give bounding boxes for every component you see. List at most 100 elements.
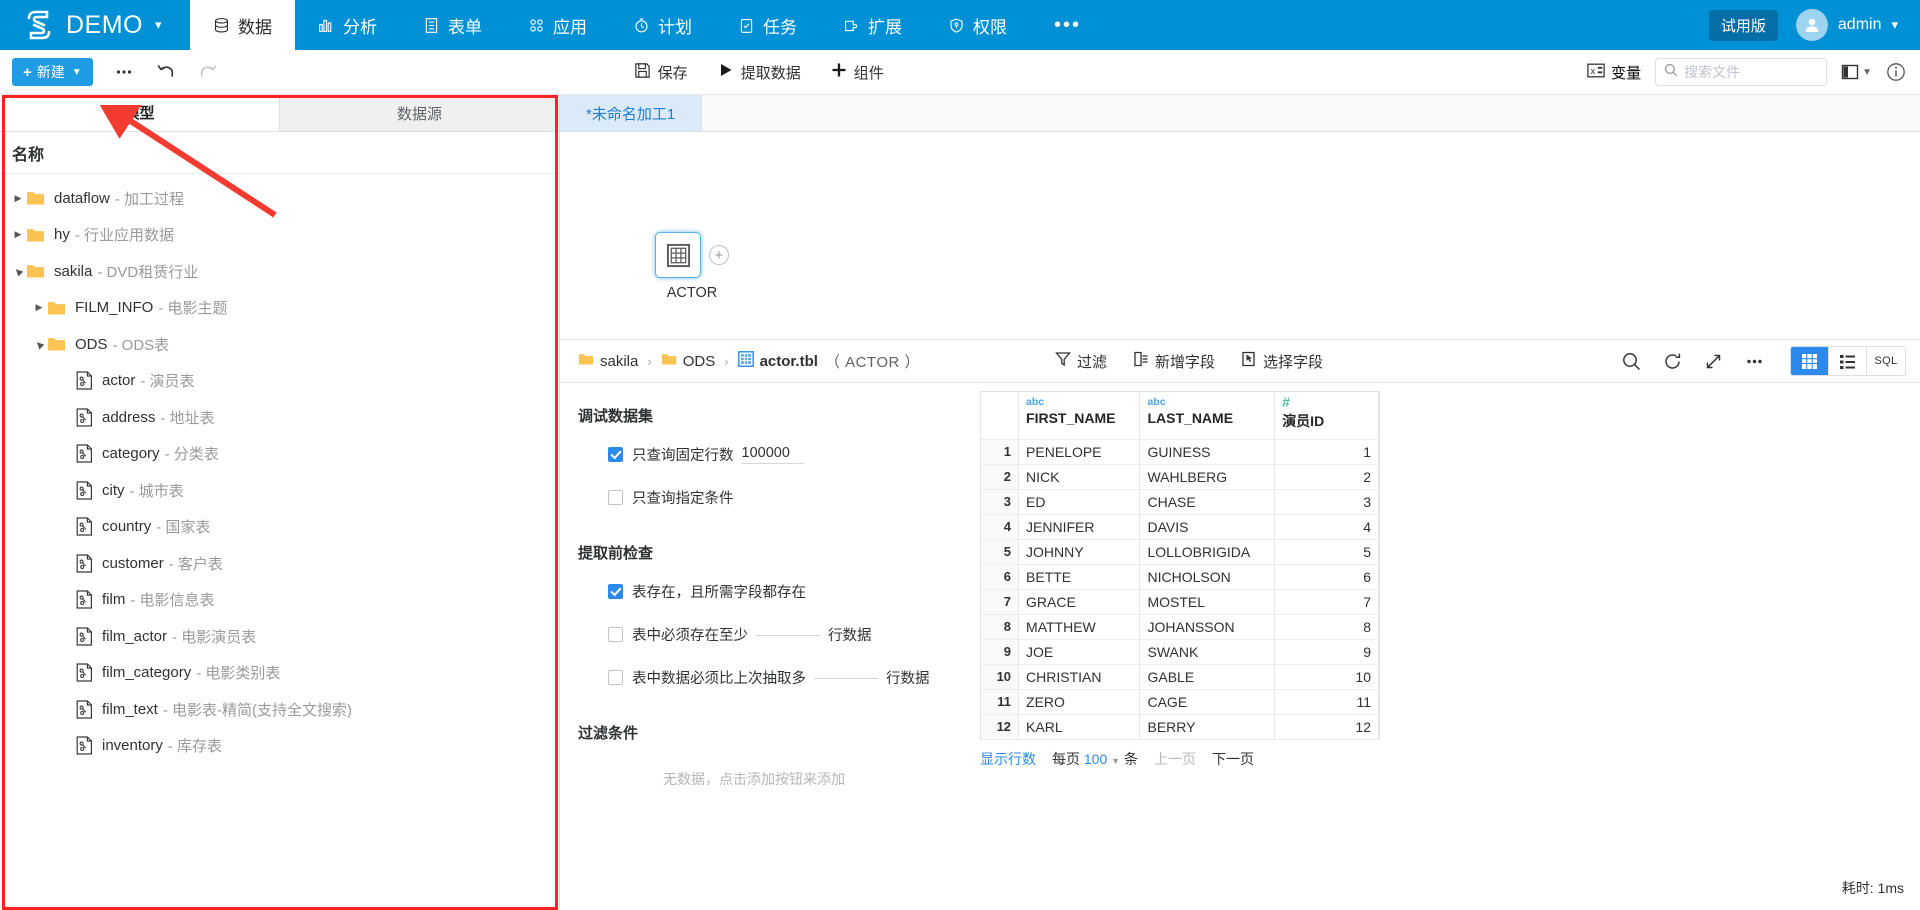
add-field-button[interactable]: 新增字段 <box>1133 351 1215 372</box>
chevron-down-icon[interactable]: ◀ <box>31 339 47 350</box>
tree-item-address[interactable]: address- 地址表 <box>0 399 559 436</box>
nav-tab-data[interactable]: 数据 <box>190 0 295 50</box>
table-cell[interactable]: CAGE <box>1140 689 1275 714</box>
table-cell[interactable]: 5 <box>1275 539 1379 564</box>
tree-item-ods[interactable]: ◀ODS- ODS表 <box>0 326 559 363</box>
sql-view-button[interactable]: SQL <box>1867 347 1905 375</box>
prev-page-button[interactable]: 上一页 <box>1154 749 1196 769</box>
input-more-than-last[interactable] <box>814 676 878 679</box>
table-cell[interactable]: 1 <box>1275 439 1379 464</box>
checkbox-min-rows[interactable] <box>608 627 623 642</box>
show-row-count-link[interactable]: 显示行数 <box>980 749 1036 769</box>
data-grid-holder[interactable]: abc FIRST_NAME abc LAST_NAME # <box>980 391 1380 740</box>
extract-data-button[interactable]: 提取数据 <box>718 62 801 83</box>
tree-item-hy[interactable]: ▶hy- 行业应用数据 <box>0 217 559 254</box>
checkbox-more-than-last[interactable] <box>608 670 623 685</box>
table-row[interactable]: 4JENNIFERDAVIS4 <box>981 514 1379 539</box>
tab-model[interactable]: 模型 <box>0 95 280 131</box>
table-cell[interactable]: 12 <box>1275 714 1379 739</box>
table-cell[interactable]: LOLLOBRIGIDA <box>1140 539 1275 564</box>
tree-item-inventory[interactable]: inventory- 库存表 <box>0 728 559 765</box>
variable-button[interactable]: x 变量 <box>1587 62 1641 83</box>
table-cell[interactable]: MATTHEW <box>1019 614 1140 639</box>
table-row[interactable]: 8MATTHEWJOHANSSON8 <box>981 614 1379 639</box>
table-cell[interactable]: PENELOPE <box>1019 439 1140 464</box>
tree-item-category[interactable]: category- 分类表 <box>0 436 559 473</box>
tree-item-film_category[interactable]: film_category- 电影类别表 <box>0 655 559 692</box>
table-cell[interactable]: MOSTEL <box>1140 589 1275 614</box>
table-cell[interactable]: 3 <box>1275 489 1379 514</box>
tree-item-city[interactable]: city- 城市表 <box>0 472 559 509</box>
table-row[interactable]: 11ZEROCAGE11 <box>981 689 1379 714</box>
filter-button[interactable]: 过滤 <box>1055 351 1107 372</box>
table-cell[interactable]: 11 <box>1275 689 1379 714</box>
table-cell[interactable]: 8 <box>1275 614 1379 639</box>
table-row[interactable]: 5JOHNNYLOLLOBRIGIDA5 <box>981 539 1379 564</box>
brand-area[interactable]: DEMO ▾ <box>0 0 190 50</box>
nav-tab-task[interactable]: 任务 <box>715 0 820 50</box>
add-node-button[interactable]: + <box>709 245 729 265</box>
table-cell[interactable]: 10 <box>1275 664 1379 689</box>
search-icon[interactable] <box>1622 352 1641 371</box>
info-icon[interactable] <box>1886 62 1906 82</box>
new-button[interactable]: + 新建 ▼ <box>12 58 93 86</box>
table-row[interactable]: 9JOESWANK9 <box>981 639 1379 664</box>
column-header-actor-id[interactable]: # 演员ID <box>1275 392 1379 439</box>
tree-item-actor[interactable]: actor- 演员表 <box>0 363 559 400</box>
tree-item-sakila[interactable]: ◀sakila- DVD租赁行业 <box>0 253 559 290</box>
search-input[interactable] <box>1684 64 1818 80</box>
next-page-button[interactable]: 下一页 <box>1212 749 1254 769</box>
nav-tab-analysis[interactable]: 分析 <box>295 0 400 50</box>
checkbox-table-exists[interactable] <box>608 584 623 599</box>
table-row[interactable]: 2NICKWAHLBERG2 <box>981 464 1379 489</box>
tree-item-customer[interactable]: customer- 客户表 <box>0 545 559 582</box>
table-cell[interactable]: 2 <box>1275 464 1379 489</box>
table-cell[interactable]: JOHANSSON <box>1140 614 1275 639</box>
save-button[interactable]: 保存 <box>634 62 688 83</box>
brand-chevron-down-icon[interactable]: ▾ <box>155 17 162 33</box>
table-cell[interactable]: SWANK <box>1140 639 1275 664</box>
tree-item-country[interactable]: country- 国家表 <box>0 509 559 546</box>
search-file-box[interactable] <box>1655 58 1827 86</box>
toolbar-more-button[interactable] <box>113 58 135 86</box>
table-cell[interactable]: CHASE <box>1140 489 1275 514</box>
table-cell[interactable]: ZERO <box>1019 689 1140 714</box>
table-cell[interactable]: 4 <box>1275 514 1379 539</box>
table-cell[interactable]: KARL <box>1019 714 1140 739</box>
table-node-icon[interactable] <box>655 232 701 278</box>
table-cell[interactable]: DAVIS <box>1140 514 1275 539</box>
breadcrumb-item-ods[interactable]: ODS <box>661 352 716 370</box>
undo-icon[interactable] <box>155 58 177 86</box>
nav-tab-extension[interactable]: 扩展 <box>820 0 925 50</box>
column-header-last-name[interactable]: abc LAST_NAME <box>1140 392 1275 439</box>
model-tree[interactable]: ▶dataflow- 加工过程▶hy- 行业应用数据◀sakila- DVD租赁… <box>0 174 559 910</box>
tree-item-dataflow[interactable]: ▶dataflow- 加工过程 <box>0 180 559 217</box>
column-header-first-name[interactable]: abc FIRST_NAME <box>1019 392 1140 439</box>
checkbox-fixed-row-count[interactable] <box>608 447 623 462</box>
nav-more-button[interactable]: ••• <box>1030 0 1105 50</box>
layout-toggle-button[interactable]: ▼ <box>1841 63 1872 81</box>
chevron-right-icon[interactable]: ▶ <box>10 193 26 204</box>
input-fixed-row-count[interactable]: 100000 <box>742 445 804 464</box>
chevron-down-icon[interactable]: ◀ <box>10 266 26 277</box>
table-cell[interactable]: ED <box>1019 489 1140 514</box>
table-cell[interactable]: GRACE <box>1019 589 1140 614</box>
table-row[interactable]: 12KARLBERRY12 <box>981 714 1379 739</box>
page-size-control[interactable]: 每页 100 ▼ 条 <box>1052 749 1138 769</box>
table-cell[interactable]: NICK <box>1019 464 1140 489</box>
expand-icon[interactable] <box>1704 352 1723 371</box>
checkbox-specified-condition[interactable] <box>608 490 623 505</box>
table-cell[interactable]: JOHNNY <box>1019 539 1140 564</box>
grid-view-button[interactable] <box>1791 347 1829 375</box>
nav-tab-plan[interactable]: 计划 <box>610 0 715 50</box>
table-cell[interactable]: 7 <box>1275 589 1379 614</box>
nav-tab-form[interactable]: 表单 <box>400 0 505 50</box>
table-cell[interactable]: 6 <box>1275 564 1379 589</box>
table-cell[interactable]: GUINESS <box>1140 439 1275 464</box>
table-row[interactable]: 1PENELOPEGUINESS1 <box>981 439 1379 464</box>
nav-tab-permission[interactable]: 权限 <box>925 0 1030 50</box>
user-chevron-down-icon[interactable]: ▾ <box>1891 17 1898 33</box>
more-icon[interactable] <box>1745 352 1764 371</box>
tree-item-film[interactable]: film- 电影信息表 <box>0 582 559 619</box>
list-view-button[interactable] <box>1829 347 1867 375</box>
